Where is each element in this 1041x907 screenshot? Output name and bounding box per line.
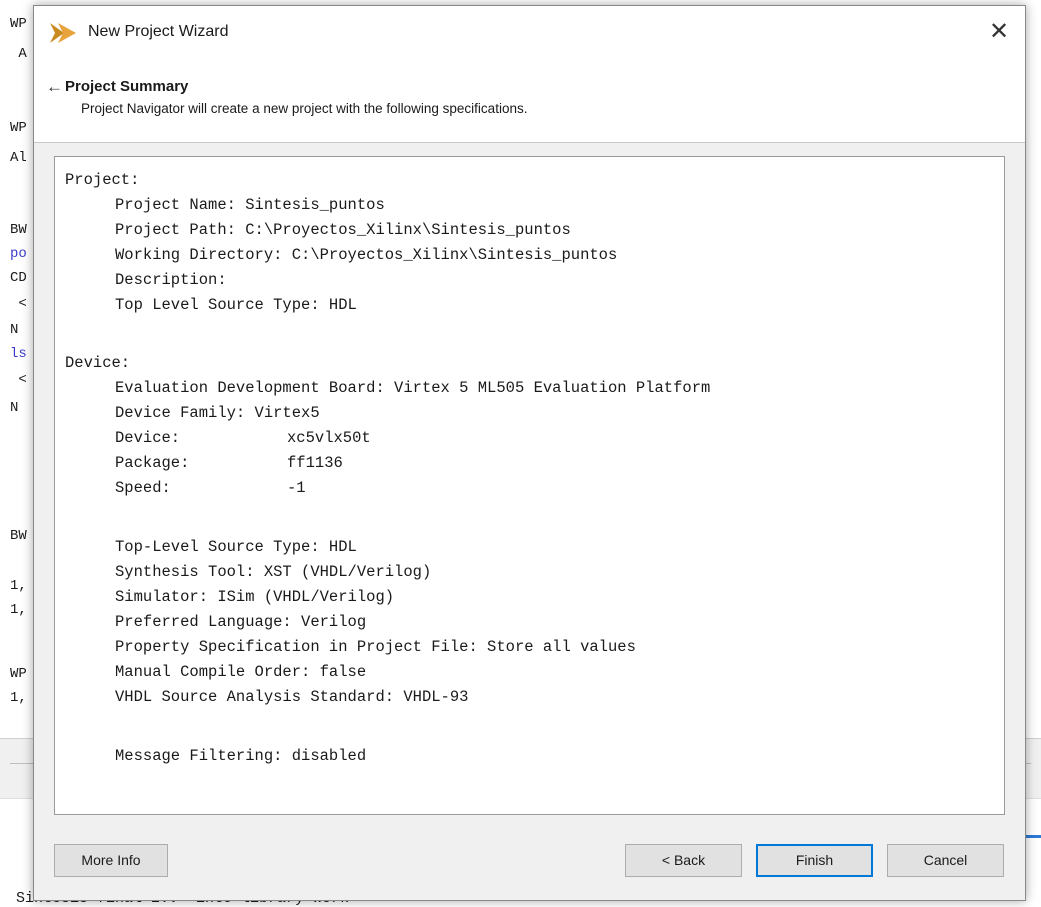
background-code-line: BW xyxy=(10,528,27,544)
summary-section-heading: Device: xyxy=(65,354,131,372)
wizard-header: ← Project Summary Project Navigator will… xyxy=(34,58,1025,143)
summary-value: xc5vlx50t xyxy=(287,429,371,447)
background-code-line: 1, xyxy=(10,602,27,618)
summary-line: Top-Level Source Type: HDL xyxy=(115,538,357,556)
back-arrow-icon: ← xyxy=(46,77,63,96)
summary-line: Device: xyxy=(115,429,181,447)
summary-line: VHDL Source Analysis Standard: VHDL-93 xyxy=(115,688,469,706)
summary-line: Manual Compile Order: false xyxy=(115,663,367,681)
background-code-line: BW xyxy=(10,222,27,238)
background-accent xyxy=(1024,835,1041,838)
background-code-line: WP xyxy=(10,120,27,136)
background-code-line: 1, xyxy=(10,578,27,594)
window-title: New Project Wizard xyxy=(88,23,229,40)
background-code-line: < xyxy=(10,296,27,312)
summary-line: Speed: xyxy=(115,479,171,497)
background-code-line: WP xyxy=(10,666,27,682)
background-code-line: WP xyxy=(10,16,27,32)
summary-value: ff1136 xyxy=(287,454,343,472)
close-icon[interactable]: ✕ xyxy=(984,17,1014,47)
finish-button[interactable]: Finish xyxy=(756,844,873,877)
summary-line: Message Filtering: disabled xyxy=(115,747,367,765)
summary-line: Simulator: ISim (VHDL/Verilog) xyxy=(115,588,395,606)
summary-line: Top Level Source Type: HDL xyxy=(115,296,357,314)
xilinx-chevron-icon xyxy=(50,23,76,43)
back-button[interactable]: < Back xyxy=(625,844,742,877)
background-code-line: ls xyxy=(10,346,27,362)
background-code-line: N xyxy=(10,322,19,338)
title-bar[interactable]: New Project Wizard ✕ xyxy=(34,6,1025,58)
background-code-line: CD xyxy=(10,270,27,286)
background-code-line: 1, xyxy=(10,690,27,706)
summary-line: Preferred Language: Verilog xyxy=(115,613,367,631)
background-code-line: po xyxy=(10,246,27,262)
cancel-button[interactable]: Cancel xyxy=(887,844,1004,877)
background-code-line: < xyxy=(10,372,27,388)
summary-line: Package: xyxy=(115,454,190,472)
summary-section-heading: Project: xyxy=(65,171,140,189)
summary-line: Property Specification in Project File: … xyxy=(115,638,636,656)
background-code-line: A xyxy=(10,46,27,62)
summary-value: -1 xyxy=(287,479,306,497)
new-project-wizard-dialog: New Project Wizard ✕ ← Project Summary P… xyxy=(33,5,1026,901)
background-code-line: N xyxy=(10,400,19,416)
page-title: Project Summary xyxy=(65,78,189,95)
project-summary-textbox[interactable]: Project: Project Name: Sintesis_puntos Pro… xyxy=(54,156,1005,815)
summary-line: Project Path: C:\Proyectos_Xilinx\Sintes… xyxy=(115,221,571,239)
background-code-line: Al xyxy=(10,150,27,166)
summary-line: Project Name: Sintesis_puntos xyxy=(115,196,385,214)
more-info-button[interactable]: More Info xyxy=(54,844,168,877)
summary-line: Evaluation Development Board: Virtex 5 M… xyxy=(115,379,711,397)
summary-line: Device Family: Virtex5 xyxy=(115,404,320,422)
summary-line: Description: xyxy=(115,271,227,289)
summary-line: Synthesis Tool: XST (VHDL/Verilog) xyxy=(115,563,432,581)
summary-line: Working Directory: C:\Proyectos_Xilinx\S… xyxy=(115,246,618,264)
page-subtitle: Project Navigator will create a new proj… xyxy=(81,101,528,116)
